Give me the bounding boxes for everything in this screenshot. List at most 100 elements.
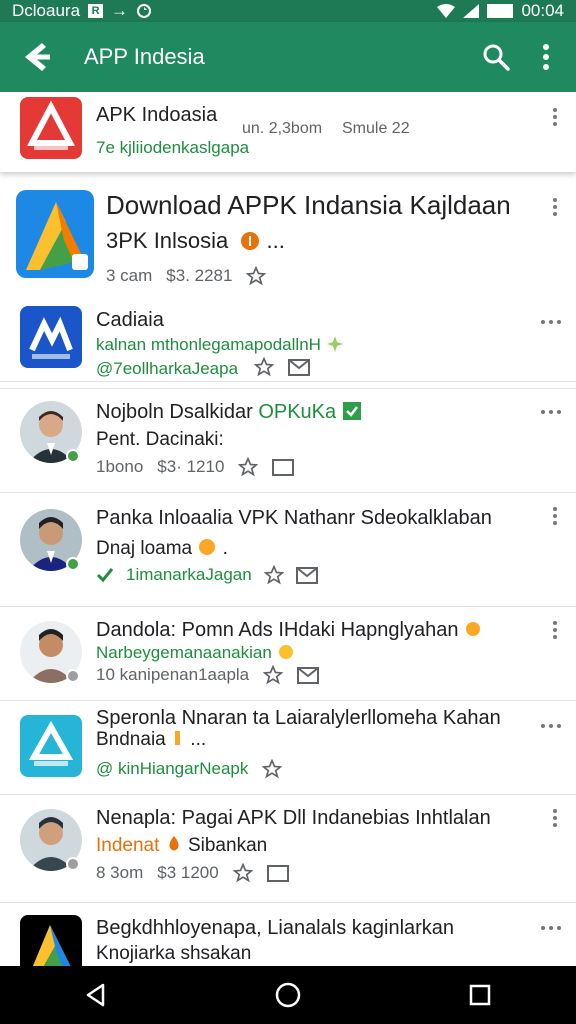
list-item[interactable]: Nenapla: Pagai APK Dll Indanebias Inhtla…	[0, 795, 576, 903]
star-icon[interactable]	[263, 665, 284, 685]
apk-logo-icon	[16, 190, 94, 278]
badge-icon	[241, 232, 260, 250]
more-button[interactable]	[546, 198, 564, 216]
item-subtitle: Dnaj loama .	[96, 538, 228, 559]
item-meta: 8 3om $3 1200	[96, 863, 289, 883]
item-subtitle: kalnan mthonlegamapodallnH	[96, 335, 344, 355]
star-icon[interactable]	[232, 863, 253, 883]
more-button[interactable]	[546, 809, 564, 827]
mail-icon[interactable]	[295, 566, 318, 584]
more-horiz-icon	[541, 410, 561, 414]
status-bar: Dcloaura R → 00:04	[0, 0, 576, 22]
item-developer: 1imanarkaJagan	[126, 565, 252, 584]
recents-square-icon	[469, 984, 491, 1006]
star-icon[interactable]	[263, 565, 284, 585]
item-subtitle: 3PK Inlsosia ...	[106, 228, 285, 253]
more-button[interactable]	[538, 313, 564, 331]
list-item[interactable]: Speronla Nnaran ta Laiaralylerllomeha Ka…	[0, 701, 576, 795]
item-title: Download APPK Indansia Kajldaan	[106, 190, 511, 220]
mail-icon[interactable]	[297, 666, 320, 684]
status-dot-icon	[66, 669, 80, 683]
check-icon	[96, 568, 114, 583]
list-item[interactable]: Begkdhhloyenapa, Lianalals kaginlarkan K…	[0, 903, 576, 966]
more-horiz-icon	[541, 320, 561, 324]
item-subtitle: Knojiarka shsakan	[96, 943, 252, 964]
item-title: Cadiaia	[96, 309, 164, 331]
app-title: APP Indesia	[84, 44, 205, 69]
search-icon	[483, 44, 510, 71]
apk-red-logo-icon	[20, 97, 82, 159]
item-title: Speronla Nnaran ta Laiaralylerllomeha Ka…	[96, 707, 501, 729]
item-actions	[254, 357, 310, 377]
arrow-icon: →	[111, 1, 129, 20]
home-circle-icon	[275, 982, 301, 1008]
verified-dot-icon	[66, 449, 80, 463]
home-button[interactable]	[264, 971, 312, 1019]
more-vert-icon	[553, 507, 557, 525]
star-icon[interactable]	[254, 357, 274, 377]
check-box-icon	[342, 402, 361, 420]
item-downloads: 3 cam	[106, 266, 153, 285]
battery-icon	[487, 4, 514, 18]
clock: 00:04	[521, 1, 564, 20]
item-subtitle: Pent. Dacinaki:	[96, 429, 224, 450]
status-carrier-text: Dcloaura	[12, 1, 81, 20]
app-logo-icon[interactable]	[20, 40, 54, 74]
sync-icon	[137, 4, 152, 18]
sparkle-icon	[326, 336, 343, 352]
item-title: Nojboln Dsalkidar OPKuKa	[96, 401, 362, 424]
search-button[interactable]	[476, 37, 516, 77]
more-vert-icon	[553, 621, 557, 639]
overflow-menu-button[interactable]	[526, 37, 566, 77]
list-item-top-card[interactable]: APK Indoasia 7e kjliiodenkaslgapa un. 2,…	[0, 92, 576, 172]
item-meta: 1bono $3· 1210	[96, 457, 295, 477]
list-item[interactable]: Panka Inloaalia VPK Nathanr Sdeokalklaba…	[0, 493, 576, 607]
item-title: Panka Inloaalia VPK Nathanr Sdeokalklaba…	[96, 507, 492, 529]
item-downloads: 10 kanipenan1aapla	[96, 665, 250, 684]
top-card-meta-right: Smule 22	[342, 120, 410, 137]
item-title: Nenapla: Pagai APK Dll Indanebias Inhtla…	[96, 807, 491, 829]
more-button[interactable]	[546, 621, 564, 639]
recents-button[interactable]	[456, 971, 504, 1019]
list-item[interactable]: Nojboln Dsalkidar OPKuKa Pent. Dacinaki:…	[0, 389, 576, 493]
item-subtitle: Indenat Sibankan	[96, 835, 268, 856]
item-meta: 10 kanipenan1aapla	[96, 665, 320, 685]
more-vert-icon	[543, 44, 549, 70]
more-button[interactable]	[538, 403, 564, 421]
list-item[interactable]: Dandola: Pomn Ads IHdaki Hapnglyahan Nar…	[0, 607, 576, 701]
app-bar: APP Indesia	[0, 22, 576, 92]
item-price: $3. 2281	[166, 266, 233, 285]
more-button[interactable]	[546, 507, 564, 525]
more-button[interactable]	[538, 919, 564, 937]
item-developer: @ kinHiangarNeapk	[96, 759, 249, 778]
more-button[interactable]	[538, 717, 564, 735]
item-price: $3 1200	[157, 863, 219, 882]
star-icon[interactable]	[262, 759, 283, 779]
top-card-meta-left: un. 2,3bom	[242, 120, 323, 137]
star-icon[interactable]	[246, 266, 267, 286]
top-card-subtitle: 7e kjliiodenkaslgapa	[96, 138, 250, 157]
item-downloads: 1bono	[96, 457, 144, 476]
mail-icon[interactable]	[288, 358, 310, 376]
item-subtitle: Bndnaia ...	[96, 729, 207, 750]
more-horiz-icon	[541, 926, 561, 930]
tablet-icon[interactable]	[272, 458, 295, 476]
back-button[interactable]	[72, 971, 120, 1019]
more-vert-icon	[553, 198, 557, 216]
star-icon[interactable]	[238, 457, 259, 477]
item-meta: 3 cam $3. 2281	[106, 266, 267, 286]
item-title: Dandola: Pomn Ads IHdaki Hapnglyahan	[96, 619, 482, 642]
item-meta: 1imanarkaJagan	[96, 565, 318, 585]
verified-dot-icon	[66, 557, 80, 571]
tablet-icon[interactable]	[266, 864, 289, 882]
signal-icon	[463, 4, 480, 18]
back-triangle-icon	[86, 983, 105, 1007]
app-list[interactable]: APK Indoasia 7e kjliiodenkaslgapa un. 2,…	[0, 92, 576, 966]
fire-icon	[169, 836, 179, 851]
list-item[interactable]: Cadiaia kalnan mthonlegamapodallnH @7eol…	[0, 297, 576, 389]
item-price: $3· 1210	[157, 457, 225, 476]
item-developer: @7eollharkaJeapa	[96, 359, 239, 378]
thumbs-up-icon	[278, 645, 293, 659]
more-button[interactable]	[546, 108, 564, 126]
emoji-icon	[199, 539, 216, 555]
